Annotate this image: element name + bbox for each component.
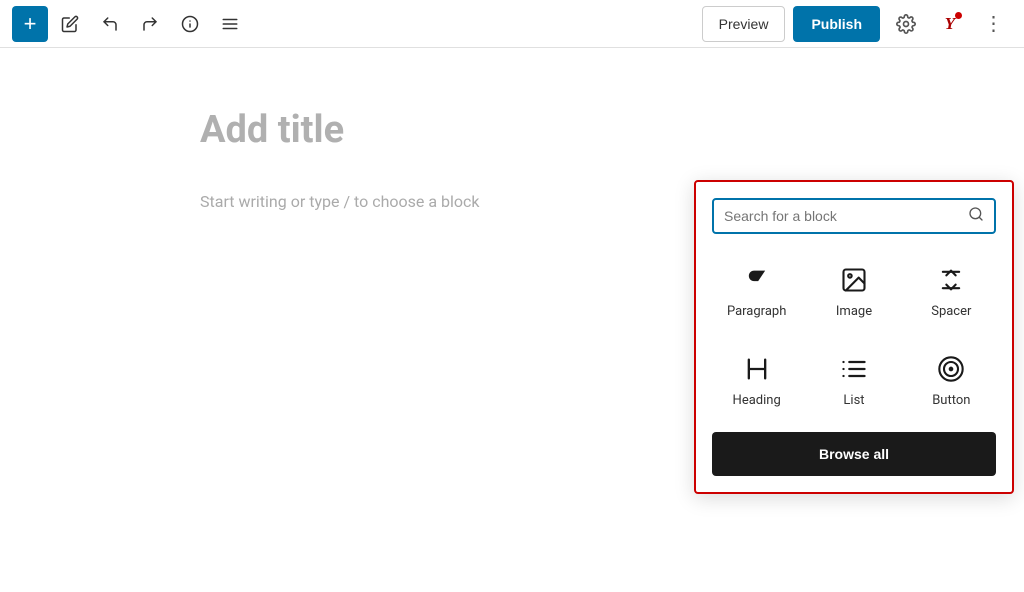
editor-title[interactable]: Add title: [200, 108, 824, 152]
info-button[interactable]: [172, 6, 208, 42]
info-icon: [181, 15, 199, 33]
undo-icon: [101, 15, 119, 33]
preview-button[interactable]: Preview: [702, 6, 786, 42]
add-block-toolbar-button[interactable]: +: [12, 6, 48, 42]
block-label-button: Button: [932, 393, 970, 408]
spacer-icon: [937, 262, 965, 298]
paragraph-icon: [743, 262, 771, 298]
gear-icon: [896, 14, 916, 34]
list-view-button[interactable]: [212, 6, 248, 42]
block-grid: Paragraph Image: [712, 254, 996, 416]
block-picker-inner: Paragraph Image: [696, 182, 1012, 492]
undo-button[interactable]: [92, 6, 128, 42]
block-label-list: List: [843, 393, 864, 408]
block-picker-popup: Paragraph Image: [694, 180, 1014, 494]
block-label-paragraph: Paragraph: [727, 304, 786, 319]
yoast-icon: Y: [945, 14, 955, 34]
block-item-image[interactable]: Image: [809, 254, 898, 327]
block-label-spacer: Spacer: [931, 304, 971, 319]
toolbar-right: Preview Publish Y ⋮: [702, 6, 1012, 42]
more-options-button[interactable]: ⋮: [976, 6, 1012, 42]
block-item-paragraph[interactable]: Paragraph: [712, 254, 801, 327]
pencil-icon: [61, 15, 79, 33]
block-item-list[interactable]: List: [809, 343, 898, 416]
yoast-dot: [955, 12, 962, 19]
toolbar: +: [0, 0, 1024, 48]
yoast-button[interactable]: Y: [932, 6, 968, 42]
block-search-input[interactable]: [724, 208, 968, 224]
redo-icon: [141, 15, 159, 33]
block-search-box: [712, 198, 996, 234]
block-label-heading: Heading: [733, 393, 781, 408]
settings-button[interactable]: [888, 6, 924, 42]
redo-button[interactable]: [132, 6, 168, 42]
block-item-heading[interactable]: Heading: [712, 343, 801, 416]
toolbar-left: +: [12, 6, 698, 42]
heading-icon: [743, 351, 771, 387]
list-icon: [840, 351, 868, 387]
block-item-button[interactable]: Button: [907, 343, 996, 416]
publish-button[interactable]: Publish: [793, 6, 880, 42]
search-icon: [968, 206, 984, 226]
edit-icon-button[interactable]: [52, 6, 88, 42]
list-view-icon: [221, 15, 239, 33]
block-label-image: Image: [836, 304, 872, 319]
image-icon: [840, 262, 868, 298]
browse-all-button[interactable]: Browse all: [712, 432, 996, 476]
block-item-spacer[interactable]: Spacer: [907, 254, 996, 327]
button-icon: [937, 351, 965, 387]
